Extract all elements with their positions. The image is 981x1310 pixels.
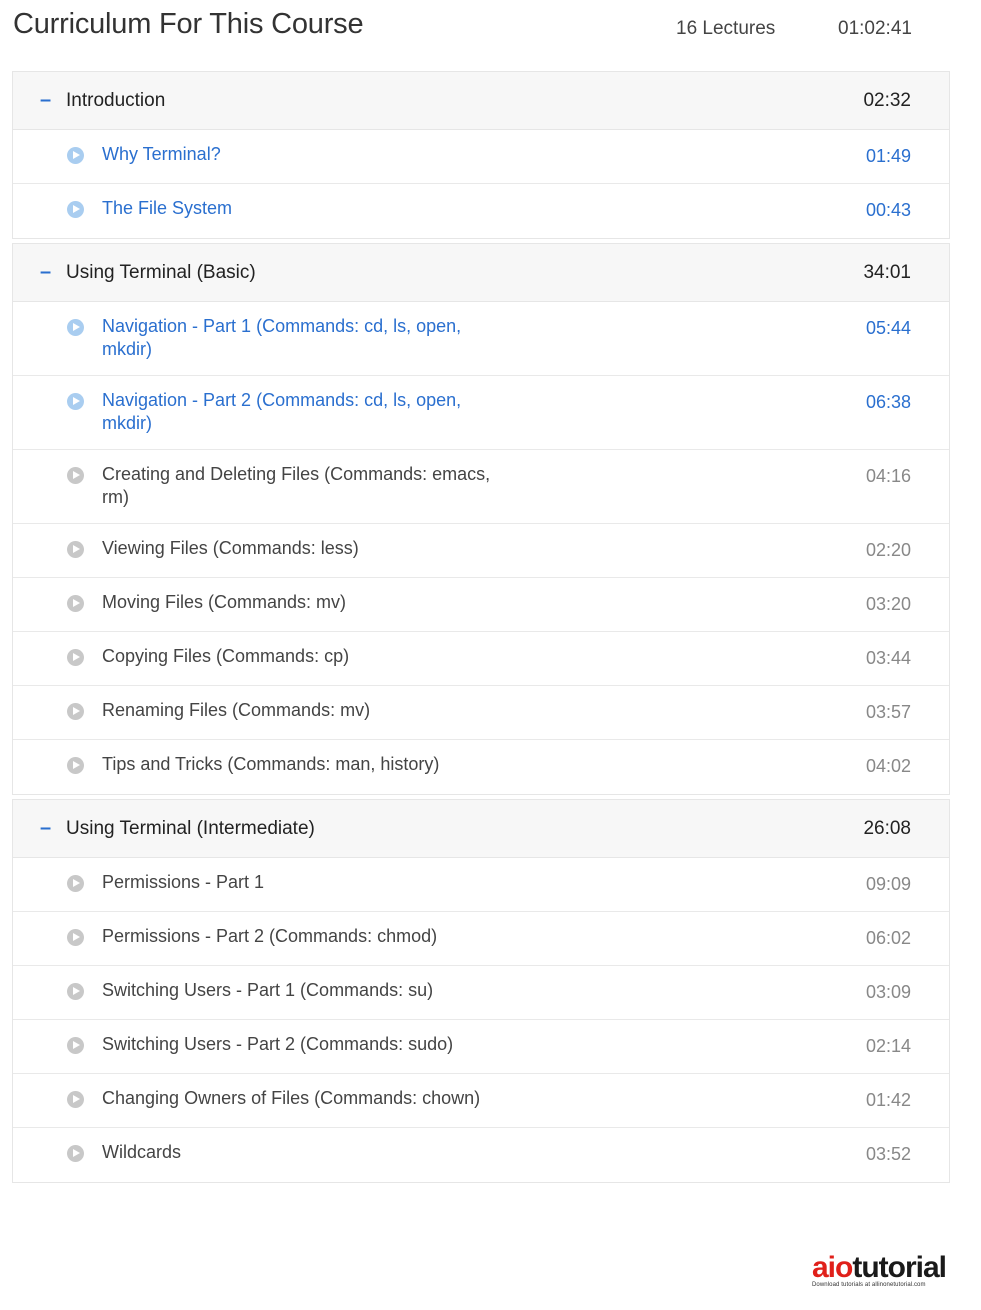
- lecture-row[interactable]: Navigation - Part 1 (Commands: cd, ls, o…: [13, 302, 949, 376]
- play-circle-icon: [67, 649, 84, 666]
- lecture-row: Changing Owners of Files (Commands: chow…: [13, 1074, 949, 1128]
- play-circle-icon: [67, 757, 84, 774]
- lecture-duration: 01:49: [865, 146, 911, 166]
- lecture-title: Tips and Tricks (Commands: man, history): [102, 754, 440, 774]
- lecture-title: Switching Users - Part 2 (Commands: sudo…: [102, 1034, 454, 1054]
- lecture-title: Permissions - Part 2 (Commands: chmod): [102, 926, 438, 946]
- lectures-count: 16 Lectures: [676, 18, 776, 39]
- lecture-row: Permissions - Part 2 (Commands: chmod) 06…: [13, 912, 949, 966]
- lecture-title: Permissions - Part 1: [102, 872, 265, 892]
- play-circle-icon[interactable]: [67, 147, 84, 164]
- lecture-row[interactable]: Navigation - Part 2 (Commands: cd, ls, o…: [13, 376, 949, 450]
- lecture-duration: 03:44: [865, 648, 911, 668]
- section-title: Using Terminal (Basic): [66, 262, 256, 283]
- lecture-duration: 03:09: [865, 982, 911, 1002]
- watermark-logo-part-b: tutorial: [852, 1251, 947, 1284]
- lecture-preview-link[interactable]: Navigation - Part 2 (Commands: cd, ls, o…: [102, 389, 492, 435]
- lecture-title: Copying Files (Commands: cp): [102, 646, 350, 666]
- play-circle-icon: [67, 541, 84, 558]
- lecture-duration: 03:57: [865, 702, 911, 722]
- curriculum-section: – Using Terminal (Basic) 34:01 Navigation -…: [12, 243, 950, 795]
- section-header[interactable]: – Using Terminal (Basic) 34:01: [13, 244, 949, 302]
- lecture-row: Creating and Deleting Files (Commands: e…: [13, 450, 949, 524]
- play-circle-icon: [67, 1037, 84, 1054]
- total-duration: 01:02:41: [838, 18, 912, 39]
- lecture-title: Changing Owners of Files (Commands: chow…: [102, 1088, 481, 1108]
- play-circle-icon: [67, 929, 84, 946]
- section-header[interactable]: – Introduction 02:32: [13, 72, 949, 130]
- watermark-logo-part-a: aio: [812, 1251, 853, 1284]
- lecture-row: Renaming Files (Commands: mv) 03:57: [13, 686, 949, 740]
- curriculum-list: – Introduction 02:32 Why Terminal? 01:49 The …: [12, 71, 950, 1187]
- section-duration: 26:08: [863, 818, 911, 839]
- play-circle-icon: [67, 1145, 84, 1162]
- curriculum-section: – Using Terminal (Intermediate) 26:08 Permi…: [12, 799, 950, 1183]
- curriculum-header: Curriculum For This Course 16 Lectures 0…: [0, 0, 981, 60]
- minus-icon[interactable]: –: [40, 89, 51, 112]
- section-title: Using Terminal (Intermediate): [66, 818, 315, 839]
- lecture-duration: 02:14: [865, 1036, 911, 1056]
- lecture-duration: 09:09: [865, 874, 911, 894]
- section-duration: 02:32: [863, 90, 911, 111]
- lecture-row: Moving Files (Commands: mv) 03:20: [13, 578, 949, 632]
- play-circle-icon: [67, 595, 84, 612]
- play-circle-icon: [67, 1091, 84, 1108]
- lecture-title: Creating and Deleting Files (Commands: e…: [102, 464, 491, 507]
- minus-icon[interactable]: –: [40, 261, 51, 284]
- watermark-logo: aiotutorial Download tutorials at allino…: [812, 1252, 962, 1292]
- lecture-duration: 04:16: [865, 466, 911, 486]
- play-circle-icon[interactable]: [67, 201, 84, 218]
- lecture-title: Renaming Files (Commands: mv): [102, 700, 371, 720]
- lecture-row: Copying Files (Commands: cp) 03:44: [13, 632, 949, 686]
- lecture-duration: 03:52: [865, 1144, 911, 1164]
- lecture-row: Tips and Tricks (Commands: man, history)…: [13, 740, 949, 794]
- minus-icon[interactable]: –: [40, 817, 51, 840]
- lecture-row: Switching Users - Part 2 (Commands: sudo…: [13, 1020, 949, 1074]
- lecture-duration: 01:42: [865, 1090, 911, 1110]
- lecture-row: Viewing Files (Commands: less) 02:20: [13, 524, 949, 578]
- lecture-duration: 02:20: [865, 540, 911, 560]
- page-title: Curriculum For This Course: [13, 8, 364, 40]
- lecture-row: Wildcards 03:52: [13, 1128, 949, 1182]
- lecture-duration: 00:43: [865, 200, 911, 220]
- play-circle-icon[interactable]: [67, 393, 84, 410]
- lecture-duration: 06:38: [865, 392, 911, 412]
- lecture-preview-link[interactable]: The File System: [102, 197, 492, 220]
- lecture-preview-link[interactable]: Navigation - Part 1 (Commands: cd, ls, o…: [102, 315, 492, 361]
- play-circle-icon: [67, 983, 84, 1000]
- section-title: Introduction: [66, 90, 166, 111]
- play-circle-icon: [67, 467, 84, 484]
- lecture-preview-link[interactable]: Why Terminal?: [102, 143, 492, 166]
- watermark-wordmark: aiotutorial: [812, 1252, 962, 1284]
- lecture-row[interactable]: The File System 00:43: [13, 184, 949, 238]
- lecture-row[interactable]: Why Terminal? 01:49: [13, 130, 949, 184]
- play-circle-icon: [67, 875, 84, 892]
- play-circle-icon[interactable]: [67, 319, 84, 336]
- play-circle-icon: [67, 703, 84, 720]
- lecture-duration: 06:02: [865, 928, 911, 948]
- lecture-duration: 05:44: [865, 318, 911, 338]
- lecture-duration: 04:02: [865, 756, 911, 776]
- lecture-title: Moving Files (Commands: mv): [102, 592, 347, 612]
- lecture-title: Wildcards: [102, 1142, 182, 1162]
- section-header[interactable]: – Using Terminal (Intermediate) 26:08: [13, 800, 949, 858]
- lecture-title: Switching Users - Part 1 (Commands: su): [102, 980, 434, 1000]
- lecture-duration: 03:20: [865, 594, 911, 614]
- lecture-title: Viewing Files (Commands: less): [102, 538, 359, 558]
- lecture-row: Switching Users - Part 1 (Commands: su) 0…: [13, 966, 949, 1020]
- section-duration: 34:01: [863, 262, 911, 283]
- lecture-row: Permissions - Part 1 09:09: [13, 858, 949, 912]
- curriculum-section: – Introduction 02:32 Why Terminal? 01:49 The …: [12, 71, 950, 239]
